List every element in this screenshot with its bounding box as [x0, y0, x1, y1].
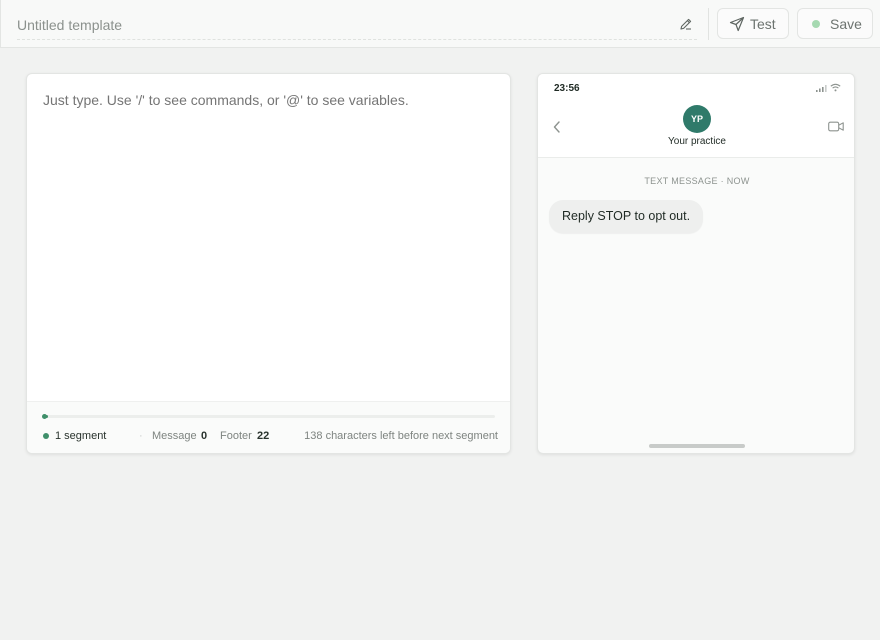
toolbar-divider: [708, 8, 709, 40]
characters-left: 138 characters left before next segment: [304, 430, 498, 442]
footer-length-label: Footer: [220, 430, 252, 442]
sms-preview: 23:56 YP Your practice TEXT MESSAGE · NO…: [537, 73, 855, 454]
message-editor: 1 segment · Message 0 Footer 22 138 char…: [26, 73, 511, 454]
segment-count: 1 segment: [55, 430, 107, 442]
template-title[interactable]: Untitled template: [17, 17, 122, 33]
message-input[interactable]: [43, 92, 493, 108]
segment-stats: 1 segment · Message 0 Footer 22 138 char…: [43, 430, 498, 444]
message-length-value: 0: [201, 430, 208, 442]
home-indicator: [649, 444, 745, 448]
save-status-dot: [812, 20, 820, 28]
save-button-label: Save: [830, 16, 862, 32]
back-chevron-icon[interactable]: [552, 120, 561, 134]
signal-icon: [816, 85, 827, 92]
message-length-label: Message: [152, 430, 197, 442]
contact-avatar: YP: [683, 105, 711, 133]
segment-progress-marker: [42, 414, 47, 419]
video-camera-icon[interactable]: [828, 121, 844, 132]
test-button[interactable]: Test: [717, 8, 789, 39]
template-title-field[interactable]: Untitled template: [17, 8, 697, 40]
message-bubble: Reply STOP to opt out.: [549, 200, 704, 233]
message-timestamp: TEXT MESSAGE · NOW: [644, 176, 750, 186]
segment-progress-bar: [42, 414, 495, 419]
phone-header: 23:56 YP Your practice: [538, 74, 854, 158]
wifi-icon: [830, 83, 841, 92]
send-icon: [729, 16, 745, 32]
save-button[interactable]: Save: [797, 8, 873, 39]
segment-dot: [43, 433, 49, 439]
stats-separator: ·: [139, 430, 143, 442]
top-bar: Untitled template Test Save: [0, 0, 880, 48]
test-button-label: Test: [750, 16, 776, 32]
editor-footer: 1 segment · Message 0 Footer 22 138 char…: [27, 401, 510, 453]
status-bar-time: 23:56: [554, 83, 580, 94]
contact-name: Your practice: [668, 136, 726, 147]
footer-length-value: 22: [257, 430, 270, 442]
pencil-icon[interactable]: [679, 17, 693, 31]
